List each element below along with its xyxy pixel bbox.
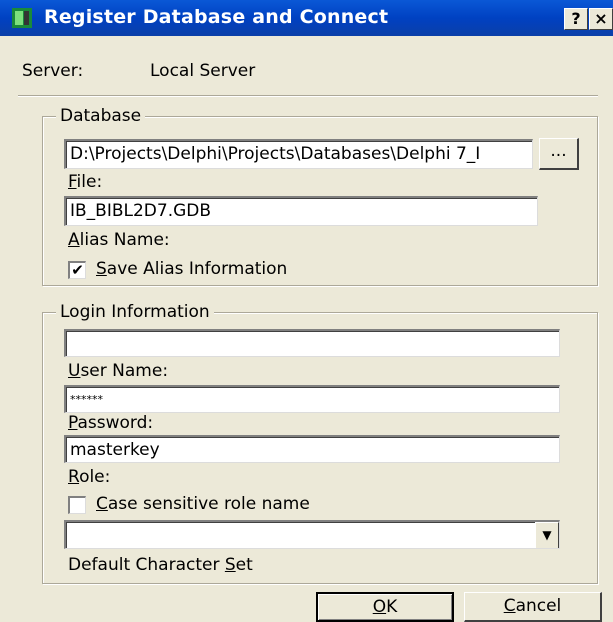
case-sensitive-checkbox[interactable] — [68, 496, 86, 514]
password-input[interactable]: masterkey — [64, 435, 560, 463]
chevron-down-icon[interactable]: ▼ — [535, 522, 559, 548]
register-database-dialog: Register Database and Connect ? × Server… — [0, 0, 613, 622]
server-label: Server: — [22, 61, 84, 81]
role-label: Role: — [68, 467, 111, 487]
close-button[interactable]: × — [589, 8, 613, 30]
server-login-input[interactable] — [64, 329, 560, 357]
user-name-label: User Name: — [68, 361, 169, 381]
database-group-legend: Database — [56, 106, 146, 126]
title-bar[interactable]: Register Database and Connect ? × — [0, 0, 613, 36]
alias-name-label: Alias Name: — [68, 230, 170, 250]
file-label: File: — [68, 172, 103, 192]
save-alias-checkbox[interactable]: ✔ — [68, 261, 86, 279]
checkmark-icon: ✔ — [71, 261, 84, 279]
separator-line — [18, 95, 598, 97]
browse-button[interactable]: ... — [539, 138, 579, 170]
default-charset-label: Default Character Set — [68, 555, 253, 575]
role-combobox[interactable]: ▼ — [64, 520, 560, 549]
window-title: Register Database and Connect — [44, 6, 389, 28]
file-name-input[interactable]: IB_BIBL2D7.GDB — [64, 196, 538, 226]
database-path-input[interactable]: D:\Projects\Delphi\Projects\Databases\De… — [64, 139, 533, 169]
ok-button[interactable]: OK — [316, 592, 454, 622]
case-sensitive-label[interactable]: Case sensitive role name — [96, 494, 310, 514]
save-alias-label[interactable]: Save Alias Information — [96, 259, 287, 279]
user-name-input[interactable]: ****** — [64, 385, 560, 413]
login-group-legend: Login Information — [56, 302, 214, 322]
cancel-button[interactable]: Cancel — [464, 592, 602, 622]
help-button[interactable]: ? — [564, 8, 588, 30]
database-app-icon — [12, 8, 32, 28]
server-value: Local Server — [150, 61, 256, 81]
password-label: Password: — [68, 413, 154, 433]
